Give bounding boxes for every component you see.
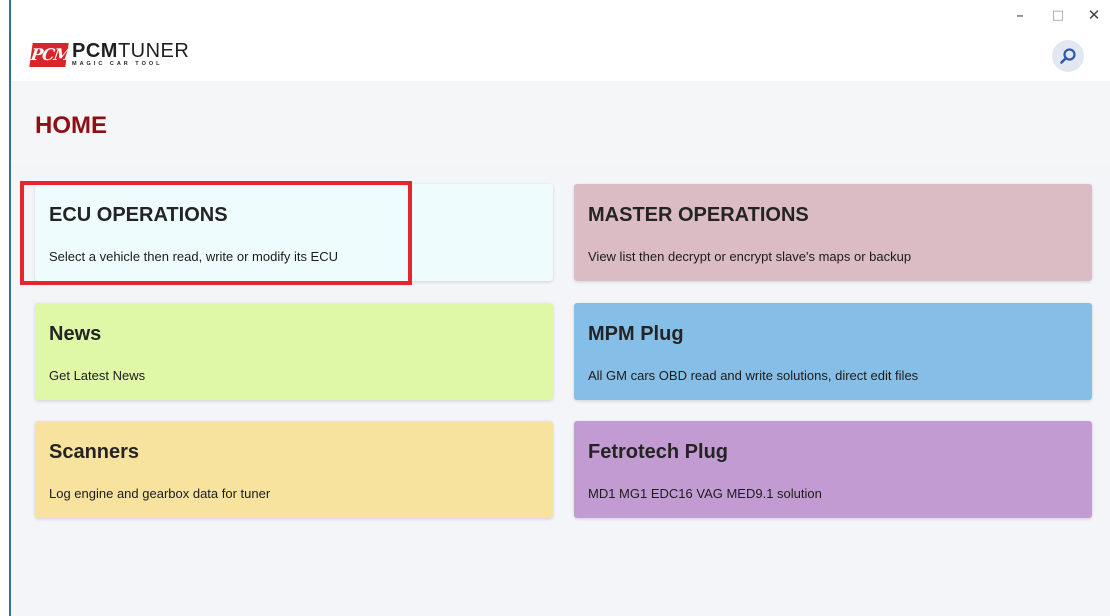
left-edge [0, 0, 9, 616]
tile-title: Fetrotech Plug [588, 441, 729, 463]
tile-description: MD1 MG1 EDC16 VAG MED9.1 solution [588, 486, 822, 501]
tile-fetrotech-plug[interactable]: Fetrotech Plug MD1 MG1 EDC16 VAG MED9.1 … [574, 421, 1092, 518]
tile-description: Get Latest News [49, 368, 146, 383]
tile-title: Scanners [49, 441, 140, 463]
search-icon [1060, 48, 1076, 64]
tile-description: Log engine and gearbox data for tuner [49, 486, 271, 501]
close-button[interactable]: ✕ [1083, 4, 1105, 26]
logo-badge: PCM [29, 43, 72, 67]
tile-title: News [49, 323, 102, 345]
pcmtuner-logo: PCM PCMTUNER MAGIC CAR TOOL [29, 40, 190, 68]
tile-description: View list then decrypt or encrypt slave'… [588, 249, 912, 264]
tile-title: MPM Plug [588, 323, 684, 345]
logo-tagline: MAGIC CAR TOOL [72, 61, 163, 67]
page-title: HOME [35, 112, 107, 139]
logo-name-bold: PCM [72, 40, 118, 62]
tile-mpm-plug[interactable]: MPM Plug All GM cars OBD read and write … [574, 303, 1092, 400]
minimize-button[interactable]: – [1009, 4, 1031, 26]
tile-news[interactable]: News Get Latest News [35, 303, 553, 400]
highlight-box [20, 181, 412, 285]
tile-master-operations[interactable]: MASTER OPERATIONS View list then decrypt… [574, 184, 1092, 281]
app-window: – □ ✕ PCM PCMTUNER MAGIC CAR TOOL HOME E… [11, 0, 1110, 616]
maximize-button[interactable]: □ [1047, 4, 1069, 26]
title-band [11, 81, 1110, 163]
tile-title: MASTER OPERATIONS [588, 204, 809, 226]
search-button[interactable] [1052, 40, 1084, 72]
title-bar: – □ ✕ [11, 0, 1110, 30]
logo-name-rest: TUNER [117, 40, 190, 62]
tile-scanners[interactable]: Scanners Log engine and gearbox data for… [35, 421, 553, 518]
logo-wordmark: PCMTUNER MAGIC CAR TOOL [72, 40, 190, 68]
app-header: PCM PCMTUNER MAGIC CAR TOOL [11, 30, 1110, 81]
tile-description: All GM cars OBD read and write solutions… [588, 368, 919, 383]
